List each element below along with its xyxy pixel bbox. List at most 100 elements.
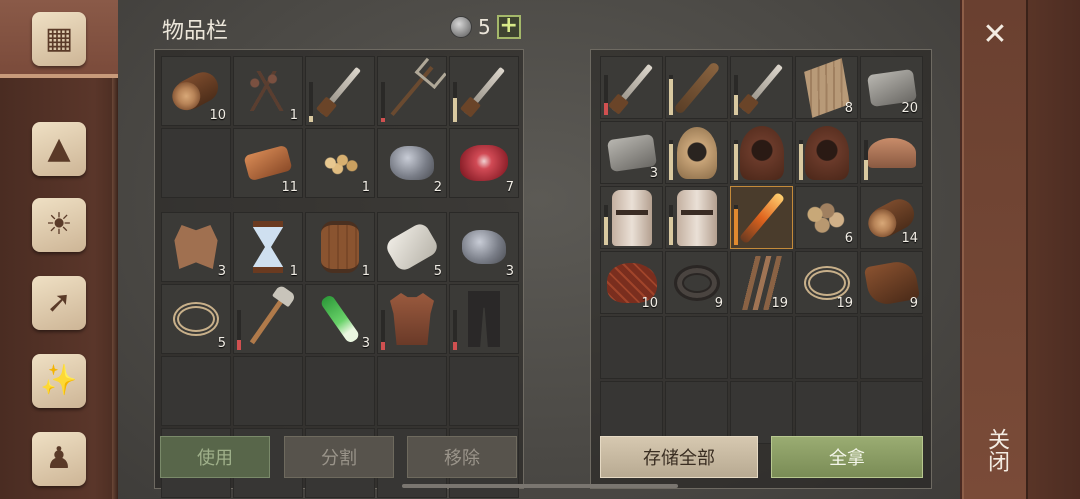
item-slot-barrel[interactable]: 1 (305, 212, 375, 282)
use-button[interactable]: 使用 (160, 436, 270, 478)
empty-slot[interactable] (449, 356, 519, 426)
tab-inventory[interactable]: ▦ (0, 0, 118, 78)
dagger-shape (463, 66, 505, 116)
item-slot-fiber[interactable]: 19 (730, 251, 793, 314)
copper-bar-shape (243, 144, 293, 182)
shovel-shape (249, 293, 287, 345)
item-slot-dark-hood[interactable] (795, 121, 858, 184)
durability-fill (734, 95, 738, 115)
item-slot-stone-block[interactable]: 3 (600, 121, 663, 184)
durability-bar (734, 140, 738, 180)
item-slot-steak[interactable]: 10 (600, 251, 663, 314)
tab-character[interactable]: ♟ (0, 420, 118, 498)
store-all-button[interactable]: 存储全部 (600, 436, 758, 478)
dark-hood-icon (796, 122, 857, 183)
durability-bar (237, 310, 241, 350)
cloth-shape (383, 220, 441, 274)
durability-fill (237, 340, 241, 350)
inventory-grid-upper: 10 1 11 1 2 7 (161, 56, 519, 198)
item-quantity: 3 (649, 166, 658, 181)
durability-bar (669, 205, 673, 245)
item-slot-tan-hood[interactable] (665, 121, 728, 184)
item-slot-copper-ore[interactable]: 3 (449, 212, 519, 282)
item-slot-hourglass[interactable]: 1 (233, 212, 303, 282)
tab-companion[interactable]: ▲ (0, 110, 118, 188)
durability-fill (604, 217, 608, 245)
item-slot-copper-bar[interactable]: 11 (233, 128, 303, 198)
empty-slot[interactable] (665, 381, 728, 444)
item-slot-dagger[interactable] (449, 56, 519, 126)
close-icon[interactable]: ✕ (970, 14, 1020, 54)
chest-icon: ▦ (32, 12, 86, 66)
tab-quests[interactable]: ✨ (0, 342, 118, 420)
durability-fill (669, 217, 673, 245)
item-slot-spiked-club[interactable] (665, 56, 728, 119)
durability-fill (453, 98, 457, 122)
tab-recipes[interactable]: ☀ (0, 186, 118, 264)
add-currency-button[interactable]: + (496, 15, 521, 39)
empty-slot[interactable] (795, 381, 858, 444)
item-slot-leather-vest[interactable] (377, 284, 447, 354)
item-slot-stone[interactable]: 20 (860, 56, 923, 119)
item-quantity: 2 (433, 180, 442, 195)
item-slot-leather-hood[interactable] (730, 121, 793, 184)
pants-icon (450, 285, 518, 353)
item-slot-cord[interactable]: 9 (665, 251, 728, 314)
map-icon: ➚ (32, 276, 86, 330)
item-slot-longsword[interactable] (730, 56, 793, 119)
durability-bar (453, 82, 457, 122)
item-slot-great-helm[interactable] (600, 186, 663, 249)
split-button[interactable]: 分割 (284, 436, 394, 478)
durability-fill (604, 103, 608, 115)
durability-fill (799, 144, 803, 180)
item-slot-helmet[interactable] (860, 121, 923, 184)
item-slot-rope[interactable]: 19 (795, 251, 858, 314)
item-slot-planks[interactable]: 8 (795, 56, 858, 119)
item-slot-shovel[interactable] (233, 284, 303, 354)
great-helm-icon (601, 187, 662, 248)
tab-map[interactable]: ➚ (0, 264, 118, 342)
item-slot-hide[interactable]: 3 (161, 212, 231, 282)
item-slot-leek[interactable]: 3 (305, 284, 375, 354)
durability-bar (669, 140, 673, 180)
item-slot-sword[interactable] (600, 56, 663, 119)
empty-slot[interactable] (665, 316, 728, 379)
empty-slot[interactable] (730, 316, 793, 379)
durability-fill (734, 209, 738, 245)
take-all-button[interactable]: 全拿 (771, 436, 923, 478)
empty-slot[interactable] (860, 381, 923, 444)
empty-slot[interactable] (795, 316, 858, 379)
sun-book-icon: ☀ (32, 198, 86, 252)
close-label[interactable]: 关闭 (976, 420, 1016, 480)
item-slot-pebbles[interactable]: 6 (795, 186, 858, 249)
empty-slot[interactable] (233, 356, 303, 426)
item-slot-pants[interactable] (449, 284, 519, 354)
item-slot-knife[interactable] (305, 56, 375, 126)
empty-slot[interactable] (600, 381, 663, 444)
character-icon: ♟ (32, 432, 86, 486)
remove-button[interactable]: 移除 (407, 436, 517, 478)
item-slot-leather[interactable]: 9 (860, 251, 923, 314)
item-slot-log[interactable]: 10 (161, 56, 231, 126)
empty-slot[interactable] (161, 356, 231, 426)
shovel-icon (234, 285, 302, 353)
scrollbar[interactable] (402, 484, 678, 488)
item-slot-nails[interactable]: 1 (233, 56, 303, 126)
knife-shape (319, 66, 361, 116)
empty-slot[interactable] (161, 128, 231, 198)
empty-slot[interactable] (377, 356, 447, 426)
item-slot-seeds[interactable]: 1 (305, 128, 375, 198)
wolf-icon: ▲ (32, 122, 86, 176)
empty-slot[interactable] (730, 381, 793, 444)
empty-slot[interactable] (600, 316, 663, 379)
item-slot-raw-meat[interactable]: 7 (449, 128, 519, 198)
item-slot-fire-sword[interactable] (730, 186, 793, 249)
item-slot-pitchfork[interactable] (377, 56, 447, 126)
item-slot-great-helm-2[interactable] (665, 186, 728, 249)
item-slot-cloth[interactable]: 5 (377, 212, 447, 282)
empty-slot[interactable] (305, 356, 375, 426)
empty-slot[interactable] (860, 316, 923, 379)
item-slot-log[interactable]: 14 (860, 186, 923, 249)
item-slot-ore[interactable]: 2 (377, 128, 447, 198)
item-slot-rope[interactable]: 5 (161, 284, 231, 354)
